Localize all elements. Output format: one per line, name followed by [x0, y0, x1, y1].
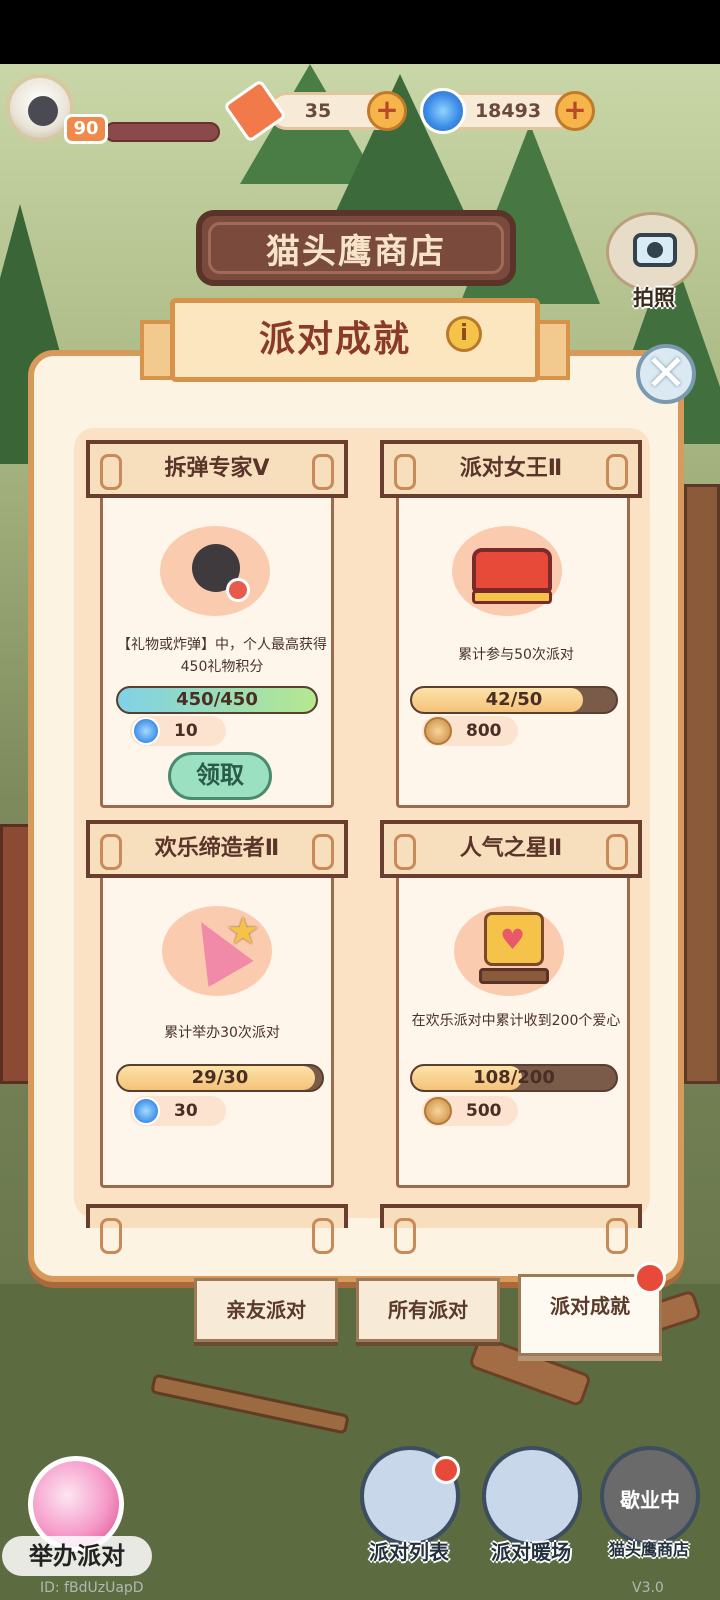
progress-text: 42/50: [485, 689, 543, 710]
shop-status-text: 歇业中: [620, 1488, 680, 1512]
camera-icon: [633, 233, 677, 267]
coin-icon: [424, 717, 452, 745]
swirl-currency-icon: [132, 717, 160, 745]
achievement-description: 累计举办30次派对: [164, 1025, 280, 1041]
tab-all-parties[interactable]: 所有派对: [356, 1278, 500, 1342]
achievement-reward: 10: [130, 716, 226, 746]
shop-sign-title: 猫头鹰商店: [266, 232, 446, 272]
achievement-reward: 800: [422, 716, 518, 746]
reward-amount: 800: [466, 721, 502, 741]
tab-friends-party[interactable]: 亲友派对: [194, 1278, 338, 1342]
star-icon: ★: [226, 909, 261, 953]
reward-amount: 10: [174, 721, 198, 741]
level-badge: 90: [64, 114, 108, 144]
heart-icon: ♥: [500, 923, 526, 956]
party-warmup-label: 派对暖场: [491, 1540, 571, 1564]
achievement-title-banner: 欢乐缔造者Ⅱ: [86, 820, 348, 878]
achievement-title: 派对女王Ⅱ: [459, 456, 563, 481]
add-tickets-button[interactable]: +: [367, 91, 407, 131]
achievement-title: 欢乐缔造者Ⅱ: [154, 836, 280, 861]
achievement-title-banner-partial: [380, 1204, 642, 1254]
xp-bar: [104, 122, 220, 142]
achievement-reward: 30: [130, 1096, 226, 1126]
claim-button[interactable]: 领取: [168, 752, 272, 800]
party-list-label: 派对列表: [369, 1540, 449, 1564]
achievement-progress-bar: 42/50: [410, 686, 618, 714]
info-icon[interactable]: i: [446, 316, 482, 352]
progress-text: 450/450: [176, 689, 258, 710]
crown-base: [472, 590, 552, 604]
add-swirls-button[interactable]: +: [555, 91, 595, 131]
reward-amount: 500: [466, 1101, 502, 1121]
achievement-title-banner: 人气之星Ⅱ: [380, 820, 642, 878]
achievement-title-banner: 派对女王Ⅱ: [380, 440, 642, 498]
swirl-currency-icon: [132, 1097, 160, 1125]
owl-icon: [28, 96, 58, 126]
ticket-count: 35: [304, 100, 332, 122]
reward-amount: 30: [174, 1101, 198, 1121]
crown-icon: [472, 548, 552, 592]
notification-dot: [432, 1456, 460, 1484]
camera-label: 拍照: [633, 286, 675, 310]
achievement-description: 累计参与50次派对: [458, 647, 574, 663]
notification-dot: [634, 1262, 666, 1294]
achievement-progress-bar: 108/200: [410, 1064, 618, 1092]
close-button[interactable]: ✕: [636, 344, 696, 404]
owl-shop-label: 猫头鹰商店: [608, 1540, 689, 1559]
coin-icon: [424, 1097, 452, 1125]
progress-text: 108/200: [473, 1067, 555, 1088]
version-text: V3.0: [632, 1580, 664, 1596]
achievement-title-banner: 拆弹专家Ⅴ: [86, 440, 348, 498]
party-warmup-button[interactable]: [482, 1446, 582, 1546]
status-bar: [0, 0, 720, 64]
achievement-title: 人气之星Ⅱ: [459, 836, 563, 861]
achievement-description: 【礼物或炸弹】中，个人最高获得450礼物积分: [117, 637, 327, 675]
cabin-right: [684, 484, 720, 1084]
achievement-progress-bar: 29/30: [116, 1064, 324, 1092]
camera-button[interactable]: [606, 212, 698, 292]
host-party-label: 举办派对: [2, 1536, 152, 1576]
achievement-title-banner-partial: [86, 1204, 348, 1254]
achievement-progress-bar: 450/450: [116, 686, 318, 714]
player-id-text: ID: fBdUzUapD: [40, 1580, 144, 1596]
progress-text: 29/30: [191, 1067, 249, 1088]
ticket-counter: 35 +: [268, 91, 407, 131]
swirl-count: 18493: [474, 100, 542, 122]
no-sign-icon: [226, 578, 250, 602]
achievement-reward: 500: [422, 1096, 518, 1126]
swirl-currency-icon: [420, 88, 466, 134]
trophy-base: [479, 968, 549, 984]
achievement-title: 拆弹专家Ⅴ: [164, 456, 270, 481]
achievement-description: 在欢乐派对中累计收到200个爱心: [411, 1013, 621, 1029]
